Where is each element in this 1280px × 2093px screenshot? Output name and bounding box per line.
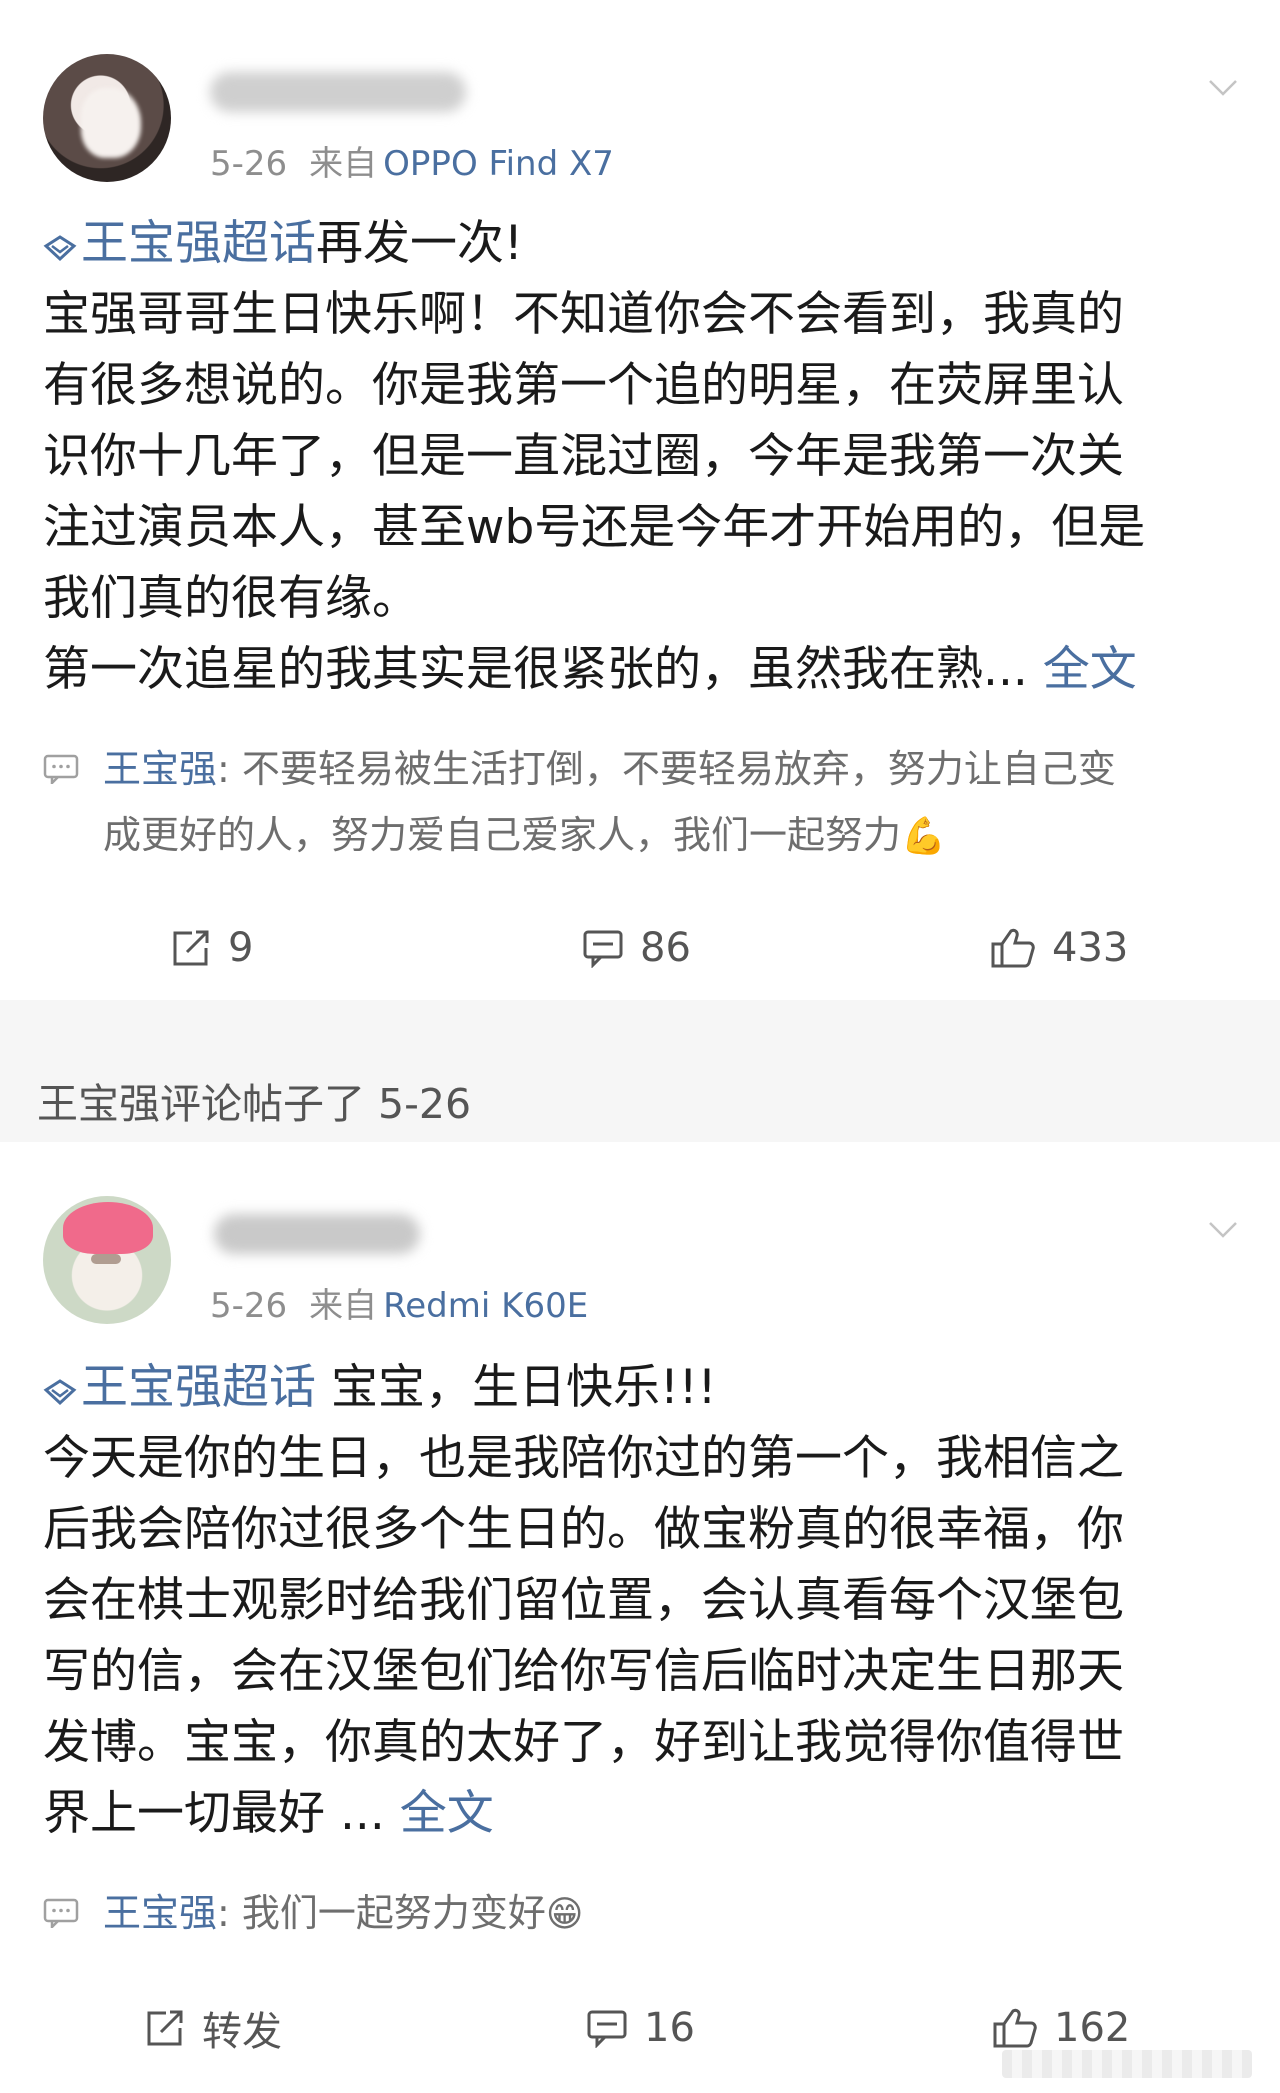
content-text: 界上一切最好 ... [43, 1786, 385, 1841]
content-line: 写的信，会在汉堡包们给你写信后临时决定生日那天 [43, 1644, 1124, 1699]
repost-icon [173, 930, 209, 966]
super-topic-label: 王宝强超话 [81, 1360, 316, 1415]
user-avatar[interactable] [43, 54, 171, 182]
repost-label: 转发 [202, 2009, 282, 2055]
comment-icon [583, 930, 623, 968]
content-line: 有很多想说的。你是我第一个追的明星，在荧屏里认 [43, 358, 1124, 413]
content-text: 第一次追星的我其实是很紧张的，虽然我在熟... [43, 642, 1028, 697]
repost-button[interactable]: 9 [170, 908, 253, 988]
weibo-post-1: 5-26 来自 OPPO Find X7 王宝强超话再发一次! 宝强哥哥生日快乐啊！… [0, 0, 1280, 1000]
grinning-face-emoji: 😁 [545, 1894, 584, 1935]
content-line: 宝强哥哥生日快乐啊！不知道你会不会看到，我真的 [43, 287, 1124, 342]
content-line: 发博。宝宝，你真的太好了，好到让我觉得你值得世 [43, 1715, 1124, 1770]
repost-count: 9 [228, 925, 254, 971]
comment-icon [587, 2010, 627, 2048]
from-label: 来自 [309, 1286, 378, 1326]
like-count: 433 [1052, 925, 1129, 971]
flexed-biceps-emoji: 💪 [901, 816, 946, 857]
comment-button[interactable]: 86 [582, 908, 691, 988]
pinned-reply[interactable]: 王宝强: 不要轻易被生活打倒，不要轻易放弃，努力让自己变成更好的人，努力爱自己爱… [43, 736, 1243, 870]
post-device[interactable]: Redmi K60E [383, 1286, 588, 1326]
repost-icon [147, 2010, 183, 2046]
reply-body: 王宝强: 我们一起努力变好😁 [43, 1880, 1243, 1948]
content-text: 宝宝，生日快乐!!! [316, 1360, 717, 1415]
read-more-link[interactable]: 全文 [1043, 642, 1137, 697]
super-topic-link[interactable]: 王宝强超话 [43, 216, 316, 271]
chevron-down-icon[interactable] [1206, 1212, 1240, 1246]
content-line: 第一次追星的我其实是很紧张的，虽然我在熟... 全文 [43, 634, 1243, 705]
post-content: 王宝强超话再发一次! 宝强哥哥生日快乐啊！不知道你会不会看到，我真的 有很多想说… [43, 208, 1243, 705]
reply-username[interactable]: 王宝强 [103, 1891, 217, 1935]
watermark [1002, 2050, 1252, 2078]
post-content: 王宝强超话 宝宝，生日快乐!!! 今天是你的生日，也是我陪你过的第一个，我相信之… [43, 1352, 1243, 1849]
post-meta: 5-26 来自 OPPO Find X7 [210, 136, 614, 185]
blurred-username[interactable] [210, 72, 466, 112]
repost-button[interactable]: 转发 [144, 1988, 282, 2068]
like-count: 162 [1054, 2005, 1131, 2051]
comment-count: 16 [644, 2005, 695, 2051]
from-label: 来自 [309, 144, 378, 184]
content-line: 我们真的很有缘。 [43, 571, 419, 626]
content-line: 后我会陪你过很多个生日的。做宝粉真的很幸福，你 [43, 1502, 1124, 1557]
post-date: 5-26 [210, 1286, 288, 1326]
content-line: 王宝强超话 宝宝，生日快乐!!! [43, 1352, 1243, 1423]
action-bar: 9 86 433 [0, 908, 1280, 988]
diamond-icon [43, 235, 77, 262]
reply-text: 成更好的人，努力爱自己爱家人，我们一起努力 [103, 813, 902, 857]
post-date: 5-26 [210, 144, 288, 184]
super-topic-link[interactable]: 王宝强超话 [43, 1360, 316, 1415]
content-line: 识你十几年了，但是一直混过圈，今年是我第一次关 [43, 429, 1124, 484]
blurred-username[interactable] [214, 1214, 420, 1254]
chevron-down-icon[interactable] [1206, 70, 1240, 104]
comment-count: 86 [640, 925, 691, 971]
reply-text: : 我们一起努力变好 [217, 1891, 546, 1935]
activity-notice: 王宝强评论帖子了 5-26 [37, 1080, 472, 1128]
thumbs-up-icon [993, 2008, 1037, 2048]
like-button[interactable]: 433 [990, 908, 1128, 988]
content-text: 再发一次! [316, 216, 523, 271]
diamond-icon [43, 1379, 77, 1406]
content-line: 界上一切最好 ... 全文 [43, 1778, 1243, 1849]
user-avatar[interactable] [43, 1196, 171, 1324]
comment-bubble-icon [43, 754, 79, 784]
post-meta: 5-26 来自 Redmi K60E [210, 1278, 588, 1327]
content-line: 王宝强超话再发一次! [43, 208, 1243, 279]
post-device[interactable]: OPPO Find X7 [383, 144, 614, 184]
reply-text: : 不要轻易被生活打倒，不要轻易放弃，努力让自己变 [217, 747, 1116, 791]
comment-bubble-icon [43, 1898, 79, 1928]
content-line: 注过演员本人，甚至wb号还是今年才开始用的，但是 [43, 500, 1146, 555]
comment-button[interactable]: 16 [586, 1988, 695, 2068]
pinned-reply[interactable]: 王宝强: 我们一起努力变好😁 [43, 1880, 1243, 1948]
content-line: 会在棋士观影时给我们留位置，会认真看每个汉堡包 [43, 1573, 1124, 1628]
read-more-link[interactable]: 全文 [400, 1786, 494, 1841]
reply-body: 王宝强: 不要轻易被生活打倒，不要轻易放弃，努力让自己变成更好的人，努力爱自己爱… [43, 736, 1243, 870]
super-topic-label: 王宝强超话 [81, 216, 316, 271]
content-line: 今天是你的生日，也是我陪你过的第一个，我相信之 [43, 1431, 1124, 1486]
reply-username[interactable]: 王宝强 [103, 747, 217, 791]
thumbs-up-icon [991, 928, 1035, 968]
